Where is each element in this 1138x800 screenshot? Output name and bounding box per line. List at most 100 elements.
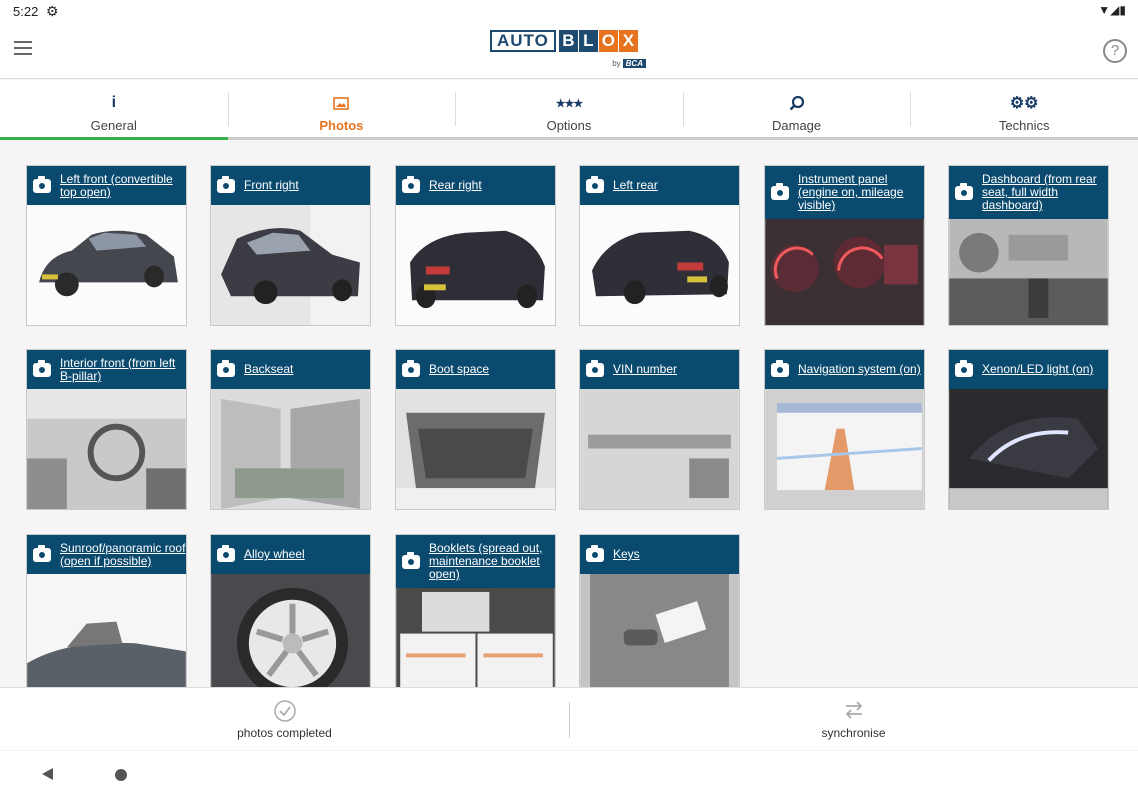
tab-general[interactable]: i General: [0, 80, 228, 140]
card-header: Rear right: [396, 166, 555, 205]
photo-card-alloy-wheel[interactable]: Alloy wheel: [210, 534, 371, 687]
photo-card-front-right[interactable]: Front right: [210, 165, 371, 326]
photo-card-booklets[interactable]: Booklets (spread out, maintenance bookle…: [395, 534, 556, 687]
photo-card-xenon-light[interactable]: Xenon/LED light (on): [948, 349, 1109, 510]
car-photo: [211, 205, 370, 325]
card-label[interactable]: Sunroof/panoramic roof (open if possible…: [60, 541, 186, 568]
card-label[interactable]: Left rear: [613, 179, 658, 192]
photo-card-rear-right[interactable]: Rear right: [395, 165, 556, 326]
card-label[interactable]: VIN number: [613, 363, 677, 376]
card-header: Left front (convertible top open): [27, 166, 186, 205]
photo-card-vin-number[interactable]: VIN number: [579, 349, 740, 510]
tab-options[interactable]: ★★★ Options: [455, 80, 683, 140]
keys-photo: [580, 574, 739, 687]
photo-card-interior-front[interactable]: Interior front (from left B-pillar): [26, 349, 187, 510]
tab-bar: i General Photos ★★★ Options Damage ⚙⚙ T…: [0, 80, 1138, 140]
camera-icon[interactable]: [217, 359, 235, 377]
vin-photo: [580, 389, 739, 509]
card-label[interactable]: Dashboard (from rear seat, full width da…: [982, 173, 1108, 212]
card-header: Alloy wheel: [211, 535, 370, 574]
photo-card-instrument-panel[interactable]: Instrument panel (engine on, mileage vis…: [764, 165, 925, 326]
photo-card-backseat[interactable]: Backseat: [210, 349, 371, 510]
camera-icon[interactable]: [586, 544, 604, 562]
home-icon[interactable]: [115, 769, 127, 781]
camera-icon[interactable]: [33, 175, 51, 193]
camera-icon[interactable]: [955, 182, 973, 200]
camera-icon[interactable]: [771, 182, 789, 200]
logo-letter: O: [598, 30, 618, 52]
logo-auto: AUTO: [490, 30, 556, 52]
photo-card-left-rear[interactable]: Left rear: [579, 165, 740, 326]
photo-card-left-front[interactable]: Left front (convertible top open): [26, 165, 187, 326]
tab-damage[interactable]: Damage: [682, 80, 911, 140]
tab-label: Technics: [998, 118, 1050, 133]
synchronise-button[interactable]: synchronise: [569, 688, 1138, 750]
card-label[interactable]: Booklets (spread out, maintenance bookle…: [429, 542, 555, 581]
logo-letter: L: [578, 30, 598, 52]
car-photo: [396, 205, 555, 325]
card-label[interactable]: Front right: [244, 179, 299, 192]
card-label[interactable]: Xenon/LED light (on): [982, 363, 1093, 376]
wheel-photo: [211, 574, 370, 687]
card-label[interactable]: Navigation system (on): [798, 363, 921, 376]
camera-icon[interactable]: [217, 544, 235, 562]
card-header: Booklets (spread out, maintenance bookle…: [396, 535, 555, 588]
camera-icon[interactable]: [586, 359, 604, 377]
photo-card-keys[interactable]: Keys: [579, 534, 740, 687]
back-icon[interactable]: [42, 768, 53, 780]
tab-label: General: [90, 118, 137, 133]
card-header: Dashboard (from rear seat, full width da…: [949, 166, 1108, 219]
wifi-battery-icons: ▼◢▮: [1098, 3, 1126, 17]
tab-technics[interactable]: ⚙⚙ Technics: [910, 80, 1138, 140]
camera-icon[interactable]: [955, 359, 973, 377]
image-icon: [228, 92, 456, 114]
app-bar: AUTO B L O X by BCA ?: [0, 22, 1138, 79]
sync-arrows-icon: [569, 700, 1138, 722]
check-circle-icon: [0, 700, 569, 722]
card-header: Backseat: [211, 350, 370, 389]
photo-card-dashboard[interactable]: Dashboard (from rear seat, full width da…: [948, 165, 1109, 326]
card-label[interactable]: Interior front (from left B-pillar): [60, 356, 186, 383]
card-label[interactable]: Rear right: [429, 179, 482, 192]
logo-letter: B: [558, 30, 578, 52]
card-label[interactable]: Instrument panel (engine on, mileage vis…: [798, 173, 924, 212]
card-header: Boot space: [396, 350, 555, 389]
roof-photo: [27, 574, 186, 687]
car-photo: [580, 205, 739, 325]
tab-label: Photos: [319, 118, 364, 133]
card-header: Front right: [211, 166, 370, 205]
tab-photos[interactable]: Photos: [227, 80, 456, 140]
photo-card-sunroof[interactable]: Sunroof/panoramic roof (open if possible…: [26, 534, 187, 687]
camera-icon[interactable]: [402, 551, 420, 569]
card-header: Sunroof/panoramic roof (open if possible…: [27, 535, 186, 574]
card-header: Xenon/LED light (on): [949, 350, 1108, 389]
card-label[interactable]: Backseat: [244, 363, 293, 376]
card-header: Instrument panel (engine on, mileage vis…: [765, 166, 924, 219]
camera-icon[interactable]: [33, 544, 51, 562]
card-header: Left rear: [580, 166, 739, 205]
photos-completed-button[interactable]: photos completed: [0, 688, 569, 750]
card-header: Keys: [580, 535, 739, 574]
tab-label: Damage: [772, 118, 822, 133]
card-label[interactable]: Left front (convertible top open): [60, 172, 186, 199]
camera-icon[interactable]: [217, 175, 235, 193]
magnifier-icon: [683, 92, 911, 114]
menu-icon[interactable]: [14, 41, 32, 55]
card-label[interactable]: Keys: [613, 548, 640, 561]
status-bar: 5:22 ⚙ ▼◢▮: [0, 0, 1138, 22]
card-label[interactable]: Boot space: [429, 363, 489, 376]
help-icon[interactable]: ?: [1103, 39, 1127, 63]
camera-icon[interactable]: [33, 359, 51, 377]
logo-byline: by BCA: [612, 59, 646, 68]
camera-icon[interactable]: [402, 359, 420, 377]
logo-letter: X: [618, 30, 638, 52]
status-time: 5:22: [13, 4, 39, 19]
photo-card-navigation[interactable]: Navigation system (on): [764, 349, 925, 510]
photo-card-boot-space[interactable]: Boot space: [395, 349, 556, 510]
camera-icon[interactable]: [402, 175, 420, 193]
autoblox-logo: AUTO B L O X by BCA: [490, 30, 650, 72]
system-nav-bar: [0, 751, 1138, 800]
camera-icon[interactable]: [771, 359, 789, 377]
card-label[interactable]: Alloy wheel: [244, 548, 305, 561]
camera-icon[interactable]: [586, 175, 604, 193]
